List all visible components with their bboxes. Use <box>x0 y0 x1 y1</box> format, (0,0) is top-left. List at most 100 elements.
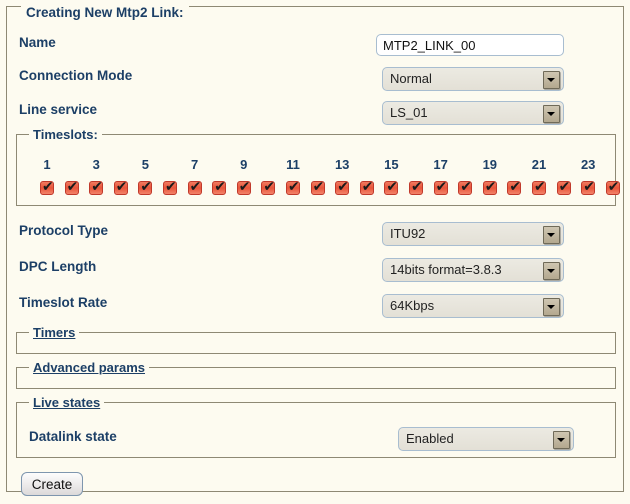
check-icon: ✔ <box>337 179 349 195</box>
label-line-service: Line service <box>19 102 98 117</box>
timeslot-checkbox[interactable]: ✔ <box>458 179 473 195</box>
field-row-connection-mode: Connection Mode Normal <box>7 64 623 91</box>
timeslot-checkbox[interactable]: ✔ <box>286 179 300 195</box>
check-icon: ✔ <box>238 179 251 195</box>
live-states-section-toggle[interactable]: Live states <box>29 395 105 410</box>
check-icon: ✔ <box>558 179 571 195</box>
timeslot-checkbox[interactable]: ✔ <box>335 179 350 195</box>
chevron-down-icon[interactable] <box>543 105 560 123</box>
field-row-protocol-type: Protocol Type ITU92 <box>7 219 623 246</box>
protocol-type-select[interactable]: ITU92 <box>382 222 564 246</box>
check-icon: ✔ <box>460 179 472 195</box>
timeslot-checkbox[interactable]: ✔ <box>359 179 374 195</box>
advanced-params-section-toggle[interactable]: Advanced params <box>29 360 149 375</box>
check-icon: ✔ <box>263 179 276 195</box>
timeslot-number-label: 11 <box>286 157 300 172</box>
field-row-name: Name <box>7 31 623 57</box>
field-row-timeslot-rate: Timeslot Rate 64Kbps <box>7 291 623 318</box>
chevron-down-icon[interactable] <box>543 262 560 280</box>
check-icon: ✔ <box>386 179 399 195</box>
check-icon: ✔ <box>361 179 374 195</box>
check-icon: ✔ <box>484 179 497 195</box>
timeslot-checkbox[interactable]: ✔ <box>138 179 153 195</box>
timeslot-checkbox[interactable]: ✔ <box>433 179 448 195</box>
label-dpc-length: DPC Length <box>19 259 97 274</box>
check-icon: ✔ <box>165 179 177 195</box>
timeslot-number-label: 15 <box>384 157 399 172</box>
timeslot-checkbox[interactable]: ✔ <box>532 179 546 195</box>
chevron-down-icon[interactable] <box>553 431 570 449</box>
timeslots-fieldset: Timeslots: 1 3 5 7 9 11 13 15 17 19 21 23 ✔ ✔ ✔ ✔ ✔ ✔ ✔ ✔ ✔… <box>16 127 620 206</box>
timeslot-number-label: 13 <box>334 157 350 172</box>
timeslot-checkbox[interactable]: ✔ <box>40 179 54 195</box>
check-icon: ✔ <box>411 179 423 195</box>
timeslot-number-label: 17 <box>433 157 448 172</box>
label-protocol-type: Protocol Type <box>19 223 109 238</box>
line-service-select[interactable]: LS_01 <box>382 101 564 125</box>
label-datalink-state: Datalink state <box>29 429 117 444</box>
timeslot-checkbox[interactable]: ✔ <box>605 179 620 195</box>
check-icon: ✔ <box>214 179 226 195</box>
label-connection-mode: Connection Mode <box>19 68 133 83</box>
check-icon: ✔ <box>607 179 620 195</box>
protocol-type-value: ITU92 <box>390 226 426 241</box>
timeslot-number-row: 1 3 5 7 9 11 13 15 17 19 21 23 <box>17 157 615 175</box>
timers-section-toggle[interactable]: Timers <box>29 325 80 340</box>
check-icon: ✔ <box>91 179 103 195</box>
check-icon: ✔ <box>312 179 325 195</box>
chevron-down-icon[interactable] <box>543 298 560 316</box>
chevron-down-icon[interactable] <box>543 71 560 89</box>
advanced-params-fieldset: Advanced params <box>16 360 616 389</box>
field-row-dpc-length: DPC Length 14bits format=3.8.3 <box>7 255 623 282</box>
timeslot-rate-value: 64Kbps <box>390 298 435 313</box>
timeslot-checkbox[interactable]: ✔ <box>89 179 104 195</box>
timers-fieldset: Timers <box>16 325 616 354</box>
timeslot-number-label: 7 <box>190 157 199 172</box>
panel-title: Creating New Mtp2 Link: <box>21 5 189 20</box>
timeslot-checkbox[interactable]: ✔ <box>310 179 325 195</box>
check-icon: ✔ <box>42 179 54 195</box>
timeslot-checkbox[interactable]: ✔ <box>163 179 177 195</box>
timeslot-number-label: 3 <box>92 157 100 172</box>
timeslot-checkbox[interactable]: ✔ <box>409 179 423 195</box>
timeslot-checkbox[interactable]: ✔ <box>236 179 251 195</box>
timeslot-number-label: 9 <box>240 157 248 172</box>
timeslot-checkbox[interactable]: ✔ <box>507 179 522 195</box>
timeslot-checkbox[interactable]: ✔ <box>64 179 79 195</box>
check-icon: ✔ <box>288 179 300 195</box>
field-row-datalink-state: Datalink state Enabled <box>17 425 615 451</box>
check-icon: ✔ <box>189 179 202 195</box>
timeslot-checkbox[interactable]: ✔ <box>482 179 497 195</box>
create-mtp2-link-panel: Creating New Mtp2 Link: Name Connection … <box>6 5 624 496</box>
create-button[interactable]: Create <box>21 472 83 496</box>
connection-mode-select[interactable]: Normal <box>382 67 564 91</box>
line-service-value: LS_01 <box>390 105 428 120</box>
timeslot-checkbox-row: ✔ ✔ ✔ ✔ ✔ ✔ ✔ ✔ ✔ ✔ ✔ ✔ ✔ ✔ ✔ ✔ ✔ ✔ ✔ ✔ ✔ ✔ ✔ ✔ <box>17 179 620 199</box>
label-timeslot-rate: Timeslot Rate <box>19 295 108 310</box>
check-icon: ✔ <box>140 179 153 195</box>
check-icon: ✔ <box>509 179 522 195</box>
datalink-state-select[interactable]: Enabled <box>398 427 574 451</box>
check-icon: ✔ <box>583 179 595 195</box>
live-states-fieldset: Live states Datalink state Enabled <box>16 395 616 458</box>
timeslot-number-label: 19 <box>482 157 498 172</box>
timeslot-checkbox[interactable]: ✔ <box>212 179 227 195</box>
check-icon: ✔ <box>66 179 79 195</box>
timeslot-checkbox[interactable]: ✔ <box>113 179 128 195</box>
timeslot-checkbox[interactable]: ✔ <box>581 179 596 195</box>
timeslot-checkbox[interactable]: ✔ <box>187 179 202 195</box>
field-row-line-service: Line service LS_01 <box>7 98 623 125</box>
timeslot-rate-select[interactable]: 64Kbps <box>382 294 564 318</box>
timeslot-checkbox[interactable]: ✔ <box>261 179 276 195</box>
check-icon: ✔ <box>534 179 546 195</box>
chevron-down-icon[interactable] <box>543 226 560 244</box>
timeslots-legend: Timeslots: <box>29 127 102 142</box>
timeslot-number-label: 5 <box>141 157 149 172</box>
name-input[interactable] <box>376 34 564 56</box>
timeslot-checkbox[interactable]: ✔ <box>556 179 571 195</box>
dpc-length-select[interactable]: 14bits format=3.8.3 <box>382 258 564 282</box>
timeslot-checkbox[interactable]: ✔ <box>384 179 399 195</box>
timeslot-number-label: 23 <box>580 157 596 172</box>
label-name: Name <box>19 35 56 50</box>
timeslot-number-label: 21 <box>531 157 547 172</box>
